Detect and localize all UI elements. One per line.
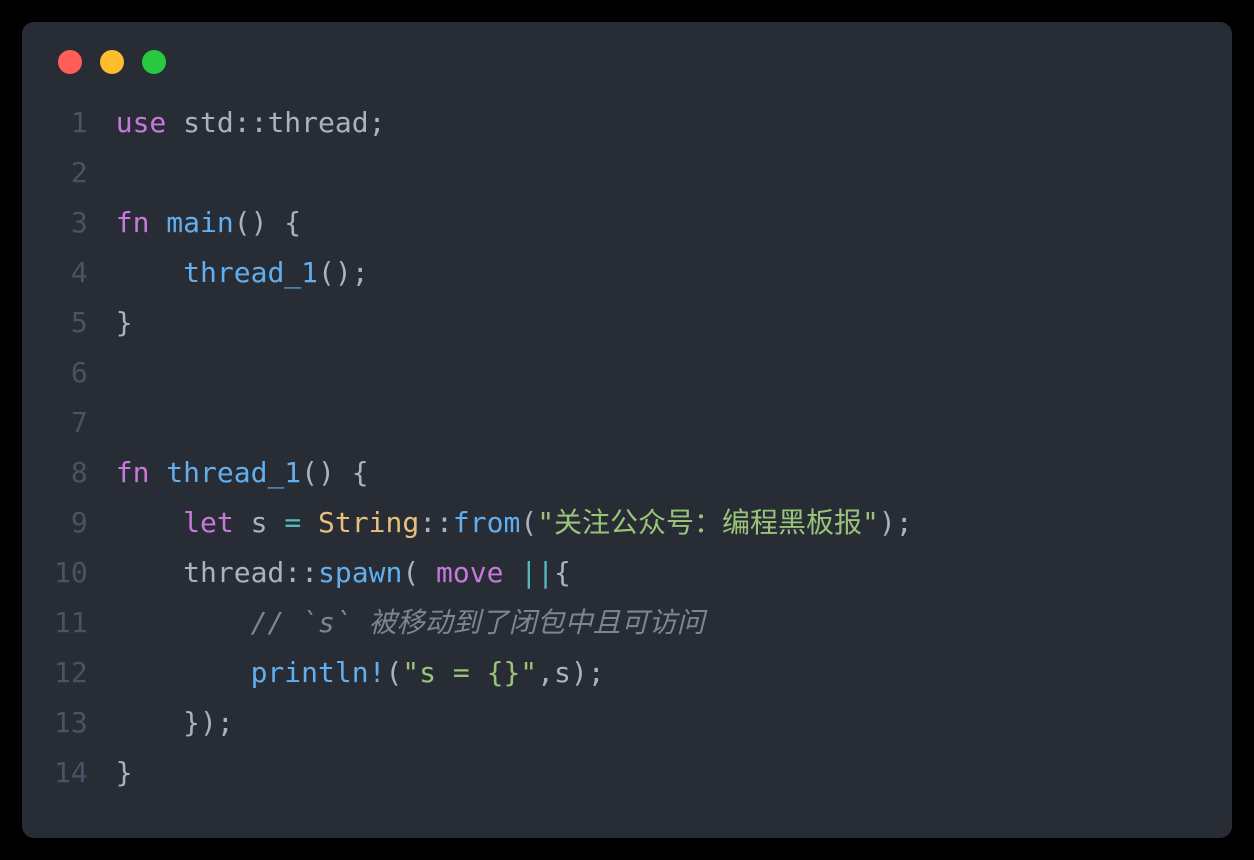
code-token: [116, 256, 183, 289]
code-line: let s = String::from("关注公众号：编程黑板报");: [116, 498, 1200, 548]
code-token: "s = {}": [402, 656, 537, 689]
code-line: thread::spawn( move ||{: [116, 548, 1200, 598]
code-token: spawn: [318, 556, 402, 589]
code-line: [116, 148, 1200, 198]
code-token: () {: [234, 206, 301, 239]
traffic-lights: [58, 50, 1200, 74]
code-line: }: [116, 748, 1200, 798]
code-token: from: [453, 506, 520, 539]
code-token: ::: [284, 556, 318, 589]
line-number: 5: [54, 298, 88, 348]
code-token: thread_1: [166, 456, 301, 489]
code-token: let: [183, 506, 234, 539]
code-line: });: [116, 698, 1200, 748]
code-token: [301, 506, 318, 539]
code-token: fn: [116, 456, 150, 489]
code-token: s: [234, 506, 285, 539]
code-token: "关注公众号：编程黑板报": [537, 506, 879, 539]
code-line: }: [116, 298, 1200, 348]
line-number: 3: [54, 198, 88, 248]
code-token: ();: [318, 256, 369, 289]
code-token: (: [385, 656, 402, 689]
code-token: use: [116, 106, 167, 139]
code-token: println!: [251, 656, 386, 689]
close-icon[interactable]: [58, 50, 82, 74]
code-token: thread: [116, 556, 285, 589]
code-token: thread: [267, 106, 368, 139]
line-number: 8: [54, 448, 88, 498]
code-token: [116, 656, 251, 689]
code-line: println!("s = {}",s);: [116, 648, 1200, 698]
code-token: std: [166, 106, 233, 139]
code-token: }: [116, 756, 133, 789]
code-token: }: [116, 306, 133, 339]
code-token: move: [436, 556, 503, 589]
code-token: [149, 456, 166, 489]
code-token: [116, 506, 183, 539]
code-line: // `s` 被移动到了闭包中且可访问: [116, 598, 1200, 648]
code-line: [116, 348, 1200, 398]
line-number: 6: [54, 348, 88, 398]
line-number: 11: [54, 598, 88, 648]
code-token: [503, 556, 520, 589]
line-number: 1: [54, 98, 88, 148]
code-token: );: [879, 506, 913, 539]
line-number: 14: [54, 748, 88, 798]
code-token: {: [554, 556, 571, 589]
code-token: (: [402, 556, 436, 589]
code-token: thread_1: [183, 256, 318, 289]
code-token: ;: [369, 106, 386, 139]
code-token: });: [183, 706, 234, 739]
code-token: String: [318, 506, 419, 539]
code-line: [116, 398, 1200, 448]
line-number: 10: [54, 548, 88, 598]
code-token: ,s);: [537, 656, 604, 689]
code-token: // `s` 被移动到了闭包中且可访问: [251, 606, 705, 639]
minimize-icon[interactable]: [100, 50, 124, 74]
code-content[interactable]: use std::thread; fn main() { thread_1();…: [116, 98, 1200, 798]
code-token: ::: [419, 506, 453, 539]
code-line: use std::thread;: [116, 98, 1200, 148]
line-number: 7: [54, 398, 88, 448]
code-token: fn: [116, 206, 150, 239]
code-token: =: [284, 506, 301, 539]
code-token: ||: [520, 556, 554, 589]
code-token: [149, 206, 166, 239]
code-line: fn thread_1() {: [116, 448, 1200, 498]
code-token: [116, 606, 251, 639]
line-number: 4: [54, 248, 88, 298]
code-token: [116, 706, 183, 739]
maximize-icon[interactable]: [142, 50, 166, 74]
editor-window: 1234567891011121314 use std::thread; fn …: [22, 22, 1232, 838]
code-line: thread_1();: [116, 248, 1200, 298]
code-line: fn main() {: [116, 198, 1200, 248]
line-number: 12: [54, 648, 88, 698]
code-token: () {: [301, 456, 368, 489]
line-number-gutter: 1234567891011121314: [54, 98, 116, 798]
line-number: 13: [54, 698, 88, 748]
line-number: 9: [54, 498, 88, 548]
line-number: 2: [54, 148, 88, 198]
code-token: ::: [234, 106, 268, 139]
code-area: 1234567891011121314 use std::thread; fn …: [54, 98, 1200, 798]
code-token: (: [520, 506, 537, 539]
code-token: main: [166, 206, 233, 239]
